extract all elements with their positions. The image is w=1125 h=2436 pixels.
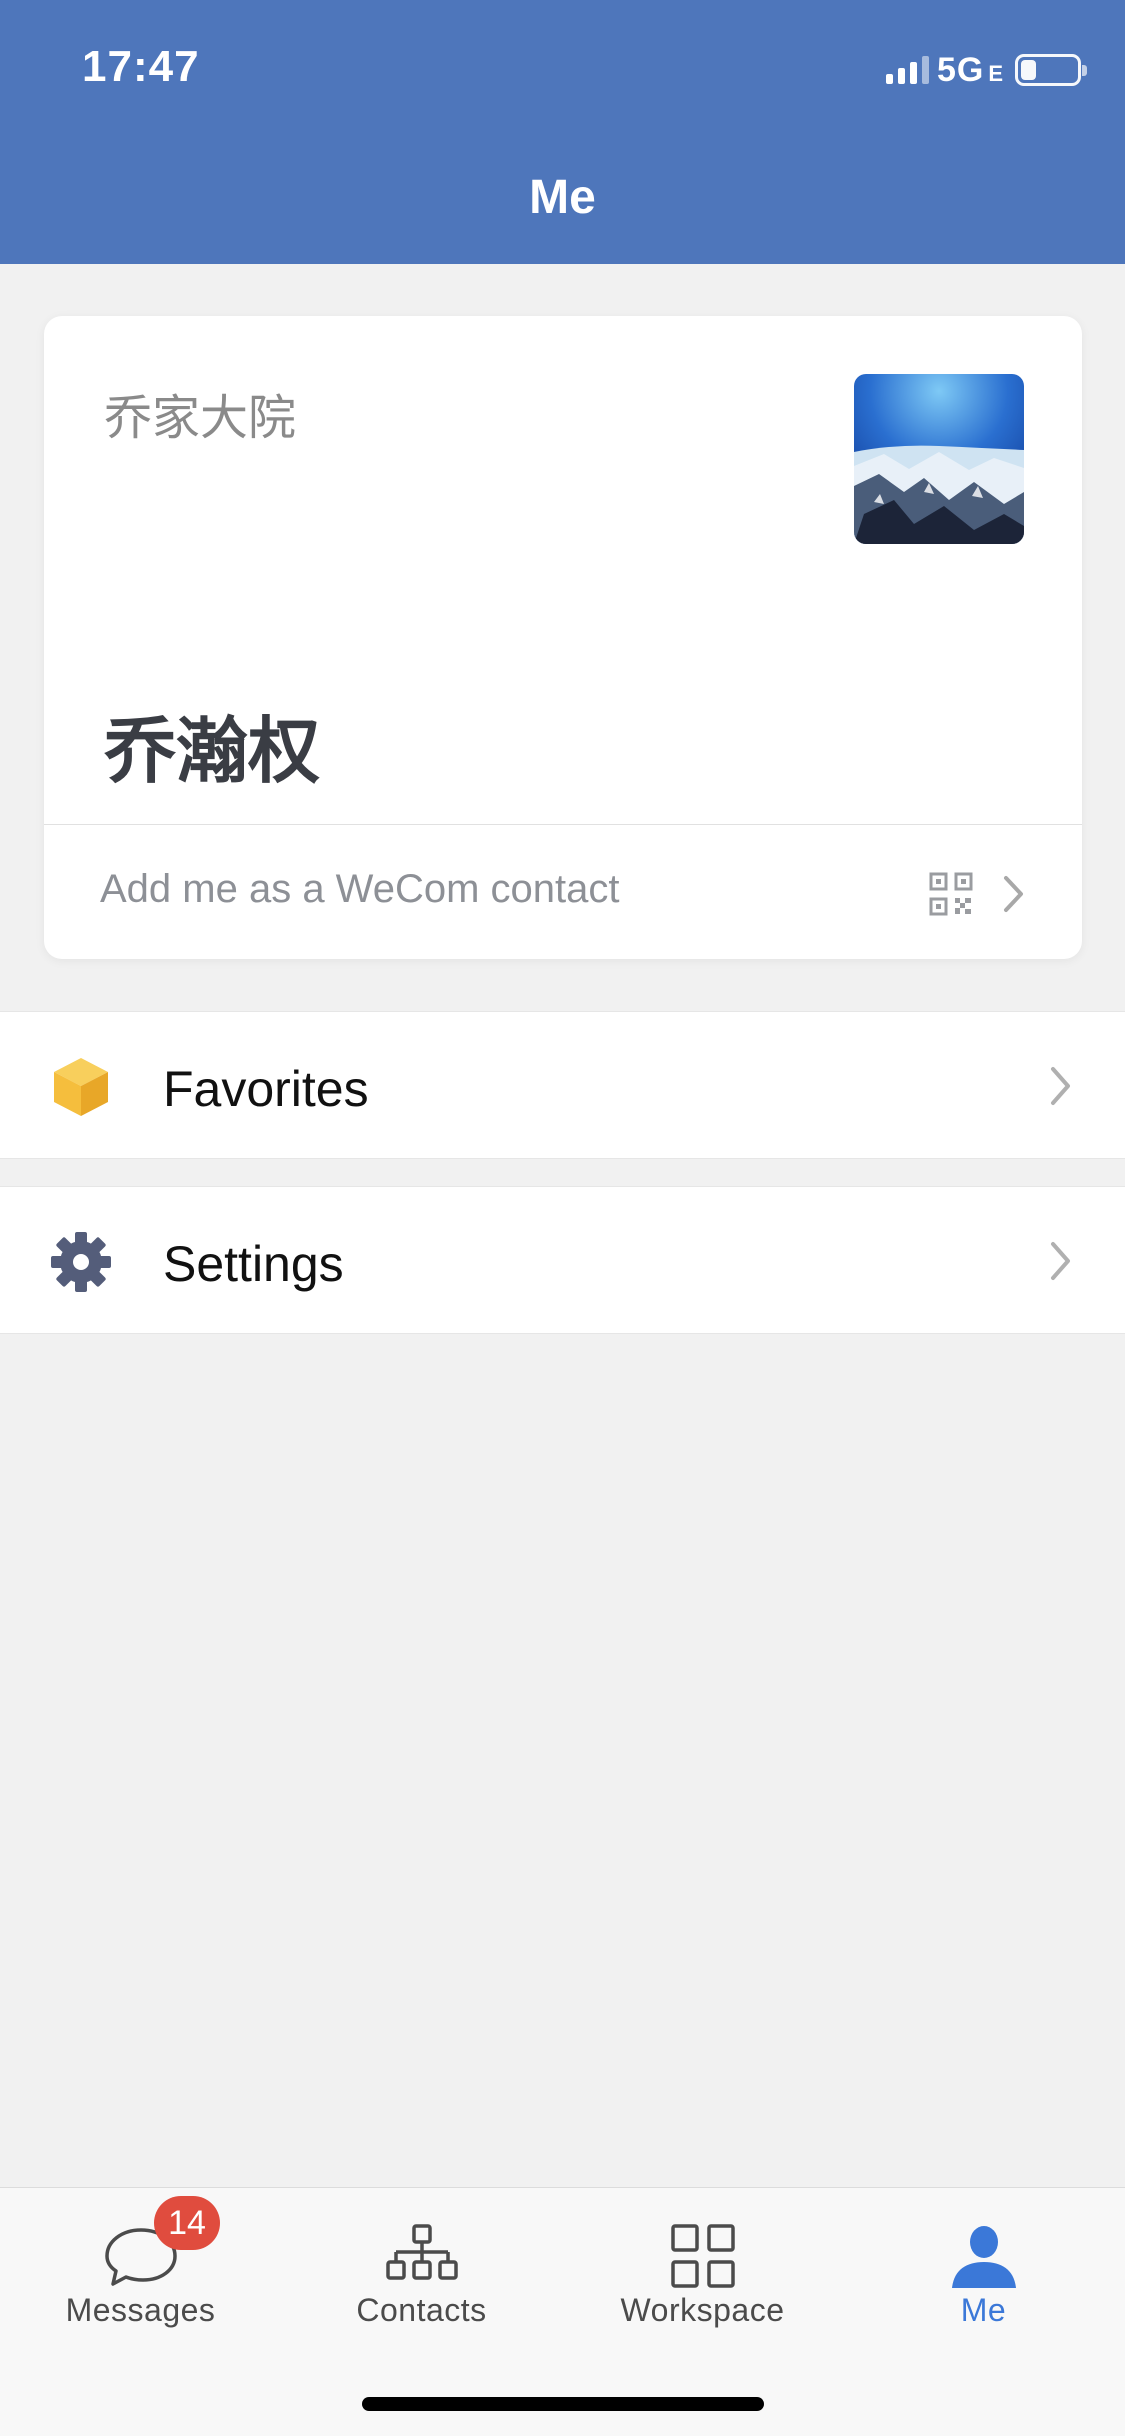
- tab-contacts[interactable]: Contacts: [281, 2188, 562, 2358]
- chevron-right-icon: [1051, 1242, 1070, 1280]
- gear-icon: [51, 1232, 111, 1292]
- person-icon: [951, 2226, 1016, 2288]
- tab-label: Messages: [65, 2292, 216, 2328]
- network-type: 5G: [936, 50, 985, 89]
- unread-badge: 14: [154, 2196, 220, 2250]
- profile-card[interactable]: 乔家大院 乔瀚权 Add me as a WeCom contact: [44, 316, 1082, 959]
- signal-icon: [885, 56, 929, 84]
- tab-label: Me: [960, 2292, 1007, 2328]
- settings-row[interactable]: Settings: [0, 1186, 1125, 1334]
- settings-label: Settings: [163, 1236, 344, 1292]
- add-contact-row[interactable]: Add me as a WeCom contact: [44, 825, 1082, 959]
- chevron-right-icon: [1051, 1067, 1070, 1105]
- user-name: 乔瀚权: [104, 712, 321, 792]
- company-name: 乔家大院: [104, 392, 297, 445]
- tab-messages[interactable]: 14 Messages: [0, 2188, 281, 2358]
- tab-label: Workspace: [620, 2292, 785, 2328]
- favorites-row[interactable]: Favorites: [0, 1011, 1125, 1159]
- tab-me[interactable]: Me: [843, 2188, 1124, 2358]
- status-time: 17:47: [82, 42, 200, 91]
- org-chart-icon: [385, 2224, 458, 2280]
- tab-workspace[interactable]: Workspace: [562, 2188, 843, 2358]
- box-icon: [54, 1058, 108, 1116]
- qr-code-icon: [929, 872, 973, 916]
- tab-label: Contacts: [356, 2292, 487, 2328]
- network-sub: E: [988, 61, 1003, 86]
- favorites-label: Favorites: [163, 1061, 369, 1117]
- avatar[interactable]: [854, 374, 1024, 544]
- grid-icon: [670, 2224, 735, 2288]
- avatar-image: [854, 374, 1024, 544]
- add-contact-label: Add me as a WeCom contact: [100, 867, 620, 911]
- home-indicator: [362, 2397, 764, 2411]
- chevron-right-icon: [1004, 876, 1023, 912]
- header-bar: 17:47 5G E Me: [0, 0, 1125, 264]
- page-title: Me: [529, 171, 596, 224]
- status-indicators: 5G E: [885, 50, 1087, 90]
- battery-icon: [1015, 54, 1087, 86]
